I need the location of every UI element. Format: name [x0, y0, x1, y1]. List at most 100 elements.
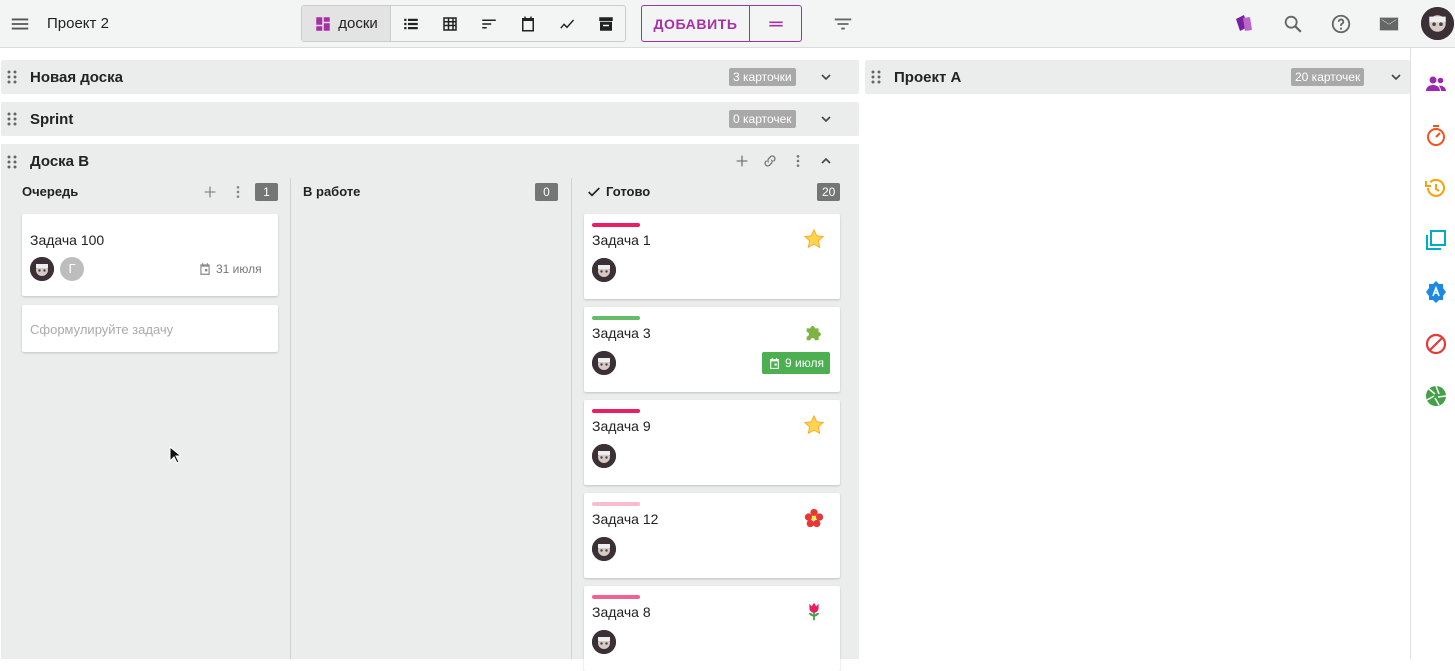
search-button[interactable] — [1279, 10, 1307, 38]
check-icon — [588, 187, 600, 197]
task-title: Задача 9 — [592, 418, 651, 434]
mail-button[interactable] — [1375, 10, 1403, 38]
cursor-icon — [169, 446, 181, 464]
cards-icon — [1236, 15, 1252, 31]
view-sort-button[interactable] — [469, 6, 508, 41]
task-date: 9 июля — [785, 356, 824, 370]
view-chart-button[interactable] — [547, 6, 586, 41]
task-card[interactable]: Задача 12 — [584, 493, 840, 578]
board-title: Новая доска — [30, 69, 123, 86]
more-vert-icon[interactable] — [790, 153, 806, 169]
chevron-up-icon[interactable] — [818, 153, 834, 169]
view-boards-button[interactable]: доски — [302, 6, 391, 41]
task-title: Задача 12 — [592, 511, 659, 527]
task-date: 31 июля — [216, 262, 262, 276]
plus-icon[interactable] — [734, 153, 750, 169]
help-icon — [1331, 14, 1351, 34]
add-more-button[interactable] — [750, 6, 801, 41]
column-divider — [290, 178, 291, 659]
avatar[interactable] — [30, 257, 54, 281]
board-new[interactable]: Новая доска 3 карточки — [1, 60, 859, 94]
drag-handle-icon[interactable] — [7, 155, 17, 169]
view-list-button[interactable] — [391, 6, 430, 41]
board-title: Sprint — [30, 111, 74, 128]
add-button[interactable]: ДОБАВИТЬ — [642, 6, 750, 41]
calendar-icon — [770, 357, 779, 369]
view-calendar-button[interactable] — [508, 6, 547, 41]
avatar[interactable] — [592, 537, 616, 561]
board-sprint[interactable]: Sprint 0 карточек — [1, 102, 859, 136]
avatar[interactable] — [592, 630, 616, 654]
task-card[interactable]: Задача 1 — [584, 214, 840, 299]
view-table-button[interactable] — [430, 6, 469, 41]
help-button[interactable] — [1327, 10, 1355, 38]
aperture-icon[interactable] — [1424, 384, 1448, 408]
task-card[interactable]: Задача 100 Г 31 июля — [22, 214, 278, 296]
task-card[interactable]: Задача 8 — [584, 586, 840, 671]
drag-handle-icon[interactable] — [7, 112, 17, 126]
top-bar: Проект 2 доски ДОБАВИТЬ — [0, 0, 1455, 48]
timer-icon[interactable] — [1424, 124, 1448, 148]
chevron-down-icon[interactable] — [1388, 69, 1404, 85]
view-boards-label: доски — [338, 15, 378, 32]
people-icon[interactable] — [1424, 72, 1448, 96]
avatar[interactable] — [592, 258, 616, 282]
block-icon[interactable] — [1424, 332, 1448, 356]
board-title: Доска B — [30, 153, 90, 170]
card-count-badge: 20 карточек — [1291, 68, 1365, 86]
chevron-down-icon[interactable] — [818, 69, 834, 85]
task-card[interactable]: Задача 3 9 июля — [584, 307, 840, 392]
card-count-badge: 3 карточки — [729, 68, 796, 86]
plus-icon[interactable] — [202, 184, 218, 200]
column-count: 0 — [535, 183, 558, 201]
badge-icon[interactable] — [1424, 280, 1448, 304]
column-divider — [571, 178, 572, 659]
puzzle-icon — [803, 321, 825, 343]
drag-handle-icon — [768, 21, 783, 26]
drag-handle-icon[interactable] — [7, 70, 17, 84]
filter-button[interactable] — [829, 10, 857, 38]
history-icon[interactable] — [1424, 176, 1448, 200]
due-date-badge[interactable]: 9 июля — [762, 352, 830, 374]
user-avatar[interactable] — [1421, 7, 1454, 40]
archive-icon — [598, 16, 613, 31]
calendar-icon — [200, 263, 210, 275]
task-card[interactable]: Задача 9 — [584, 400, 840, 485]
board-b: Доска B Очередь 1 Задача 100 Г 31 июля С… — [1, 144, 859, 671]
table-icon — [442, 16, 457, 31]
column-title-in-progress: В работе — [303, 184, 361, 199]
cards-button[interactable] — [1230, 10, 1258, 38]
project-title: Проект 2 — [47, 15, 109, 32]
task-label-color — [592, 223, 640, 227]
task-title: Задача 100 — [30, 232, 105, 248]
column-title-queue: Очередь — [22, 184, 79, 199]
avatar[interactable] — [592, 351, 616, 375]
link-icon[interactable] — [762, 153, 778, 169]
flower-icon — [803, 507, 825, 529]
layers-icon[interactable] — [1424, 228, 1448, 252]
column-title-done: Готово — [606, 184, 651, 199]
chart-icon — [559, 19, 574, 29]
menu-icon[interactable] — [6, 10, 34, 38]
board-title: Проект А — [894, 69, 962, 86]
sort-icon — [481, 19, 496, 28]
task-label-color — [592, 595, 640, 599]
mail-icon — [1379, 17, 1399, 31]
avatar-letter[interactable]: Г — [60, 257, 84, 281]
view-archive-button[interactable] — [586, 6, 625, 41]
dashboard-icon — [316, 16, 330, 31]
board-project-a[interactable]: Проект А 20 карточек — [865, 60, 1410, 94]
search-icon — [1284, 15, 1302, 33]
column-count: 1 — [255, 183, 278, 201]
chevron-down-icon[interactable] — [818, 111, 834, 127]
add-button-group: ДОБАВИТЬ — [641, 5, 802, 42]
new-task-input[interactable]: Сформулируйте задачу — [22, 305, 278, 352]
task-title: Задача 3 — [592, 325, 651, 341]
filter-icon — [834, 18, 852, 30]
avatar[interactable] — [592, 444, 616, 468]
tulip-icon — [803, 600, 825, 622]
drag-handle-icon[interactable] — [871, 70, 881, 84]
star-icon — [803, 228, 825, 250]
view-switcher: доски — [301, 5, 626, 42]
more-vert-icon[interactable] — [230, 184, 246, 200]
